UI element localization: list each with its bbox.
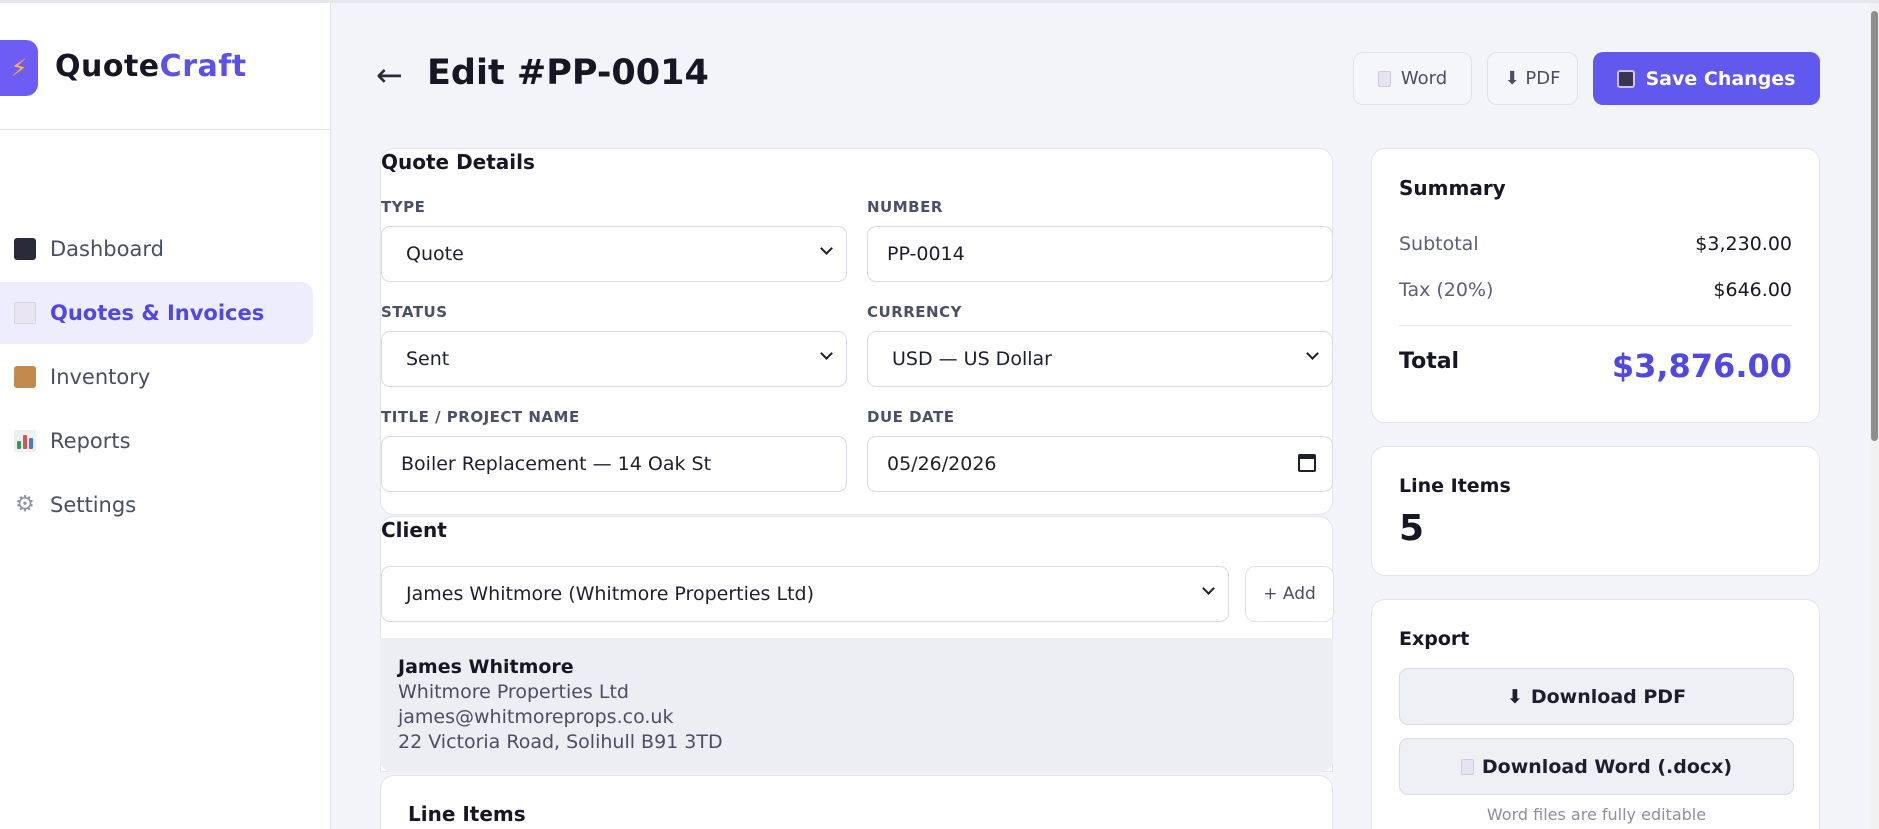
- line-items-section: Line Items: [380, 775, 1333, 829]
- floppy-disk-icon: [1617, 69, 1636, 88]
- status-select[interactable]: Sent: [381, 331, 847, 387]
- chevron-down-icon: [1306, 348, 1320, 362]
- gear-icon: ⚙: [15, 492, 35, 517]
- status-label: STATUS: [381, 303, 448, 321]
- pdf-button-label: ⬇ PDF: [1504, 68, 1561, 89]
- word-export-button[interactable]: Word: [1353, 52, 1472, 105]
- tax-value: $646.00: [1713, 279, 1792, 301]
- download-pdf-label: Download PDF: [1530, 685, 1687, 708]
- total-value: $3,876.00: [1611, 347, 1792, 385]
- download-word-label: Download Word (.docx): [1481, 755, 1733, 778]
- quote-details-card: Quote Details TYPE Quote NUMBER PP-0014 …: [380, 148, 1333, 515]
- currency-value: USD — US Dollar: [892, 348, 1052, 370]
- subtotal-label: Subtotal: [1399, 233, 1479, 255]
- client-address: 22 Victoria Road, Solihull B91 3TD: [398, 731, 723, 753]
- project-title-input[interactable]: Boiler Replacement — 14 Oak St: [381, 436, 847, 492]
- summary-card: Summary Subtotal $3,230.00 Tax (20%) $64…: [1371, 148, 1820, 423]
- download-pdf-button[interactable]: ⬇ Download PDF: [1399, 668, 1794, 725]
- sidebar-item-label: Inventory: [50, 365, 151, 389]
- client-email: james@whitmoreprops.co.uk: [398, 706, 674, 728]
- package-icon: [14, 366, 36, 388]
- sidebar-nav: Dashboard Quotes & Invoices Inventory Re…: [0, 218, 313, 538]
- client-selected-value: James Whitmore (Whitmore Properties Ltd): [406, 583, 814, 605]
- chevron-down-icon: [820, 348, 834, 362]
- page-title: Edit #PP-0014: [427, 53, 709, 93]
- tax-row: Tax (20%) $646.00: [1399, 278, 1792, 302]
- calendar-icon[interactable]: [1298, 454, 1316, 472]
- download-icon: ⬇: [1506, 685, 1523, 708]
- sidebar-item-label: Settings: [50, 493, 137, 517]
- currency-select[interactable]: USD — US Dollar: [867, 331, 1333, 387]
- chevron-down-icon: [1202, 583, 1216, 597]
- type-select[interactable]: Quote: [381, 226, 847, 282]
- subtotal-row: Subtotal $3,230.00: [1399, 232, 1792, 256]
- dashboard-icon: [14, 238, 36, 260]
- sidebar-item-label: Reports: [50, 429, 131, 453]
- sidebar-item-label: Quotes & Invoices: [50, 301, 265, 325]
- type-label: TYPE: [381, 198, 426, 216]
- sidebar-item-label: Dashboard: [50, 237, 164, 261]
- document-icon: [1460, 758, 1474, 775]
- brand-name-part1: Quote: [55, 49, 160, 84]
- client-name: James Whitmore: [398, 656, 574, 678]
- line-items-count-card: Line Items 5: [1371, 446, 1820, 576]
- total-label: Total: [1399, 349, 1460, 374]
- add-client-label: + Add: [1263, 584, 1316, 604]
- line-items-section-title: Line Items: [408, 802, 526, 826]
- summary-title: Summary: [1399, 176, 1506, 200]
- brand-name-part2: Craft: [159, 49, 247, 84]
- summary-divider: [1399, 325, 1792, 326]
- subtotal-value: $3,230.00: [1695, 233, 1792, 255]
- lightning-bolt-icon: ⚡: [10, 54, 28, 82]
- export-card: Export ⬇ Download PDF Download Word (.do…: [1371, 599, 1820, 829]
- save-changes-button[interactable]: Save Changes: [1593, 52, 1820, 105]
- export-title: Export: [1399, 628, 1470, 650]
- word-button-label: Word: [1400, 68, 1448, 89]
- currency-label: CURRENCY: [867, 303, 962, 321]
- download-word-button[interactable]: Download Word (.docx): [1399, 738, 1794, 795]
- bar-chart-icon: [14, 430, 36, 452]
- tax-label: Tax (20%): [1399, 279, 1494, 301]
- pdf-export-button[interactable]: ⬇ PDF: [1487, 52, 1578, 105]
- client-company: Whitmore Properties Ltd: [398, 681, 629, 703]
- back-arrow-icon[interactable]: ←: [376, 55, 403, 95]
- title-value: Boiler Replacement — 14 Oak St: [401, 453, 712, 475]
- chevron-down-icon: [820, 243, 834, 257]
- line-items-count: 5: [1399, 508, 1425, 549]
- sidebar-item-reports[interactable]: Reports: [0, 410, 313, 472]
- sidebar-item-dashboard[interactable]: Dashboard: [0, 218, 313, 280]
- sidebar-item-quotes-invoices[interactable]: Quotes & Invoices: [0, 282, 313, 344]
- due-date-value: 05/26/2026: [887, 453, 997, 475]
- page-scrollbar[interactable]: [1870, 3, 1879, 829]
- number-input[interactable]: PP-0014: [867, 226, 1333, 282]
- sidebar-item-inventory[interactable]: Inventory: [0, 346, 313, 408]
- due-date-label: DUE DATE: [867, 408, 955, 426]
- export-note: Word files are fully editable: [1486, 805, 1707, 824]
- document-icon: [1377, 70, 1391, 87]
- brand-header: ⚡ QuoteCraft: [0, 3, 330, 130]
- number-label: NUMBER: [867, 198, 943, 216]
- client-details-panel: James Whitmore Whitmore Properties Ltd j…: [380, 638, 1333, 772]
- type-value: Quote: [406, 243, 464, 265]
- sidebar: ⚡ QuoteCraft Dashboard Quotes & Invoices…: [0, 3, 331, 829]
- due-date-input[interactable]: 05/26/2026: [867, 436, 1333, 492]
- client-select[interactable]: James Whitmore (Whitmore Properties Ltd): [381, 566, 1229, 622]
- document-icon: [14, 302, 36, 324]
- status-value: Sent: [406, 348, 450, 370]
- title-label: TITLE / PROJECT NAME: [381, 408, 580, 426]
- quote-details-title: Quote Details: [381, 150, 535, 174]
- save-button-label: Save Changes: [1645, 67, 1796, 90]
- scrollbar-thumb[interactable]: [1871, 11, 1878, 441]
- client-title: Client: [381, 518, 447, 542]
- add-client-button[interactable]: + Add: [1245, 566, 1334, 622]
- line-items-card-title: Line Items: [1399, 475, 1511, 497]
- number-value: PP-0014: [887, 243, 965, 265]
- sidebar-item-settings[interactable]: ⚙ Settings: [0, 474, 313, 536]
- brand-logo[interactable]: QuoteCraft: [55, 47, 247, 87]
